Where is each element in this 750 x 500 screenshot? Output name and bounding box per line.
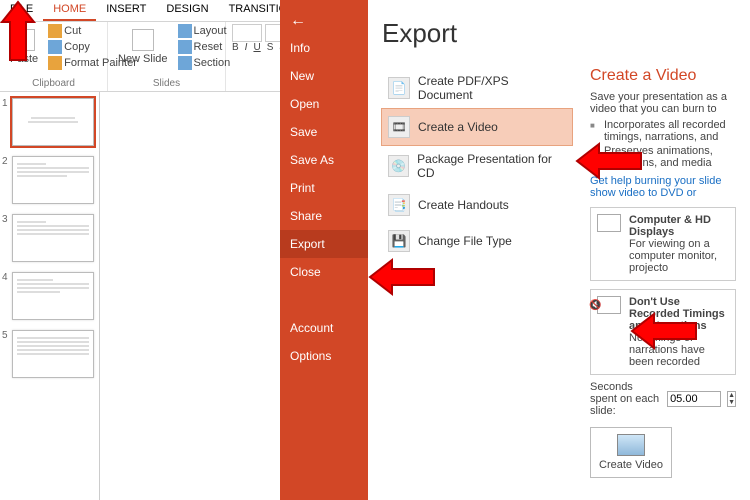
create-video-button[interactable]: Create Video xyxy=(590,427,672,478)
seconds-input[interactable] xyxy=(667,391,721,407)
bs-open[interactable]: Open xyxy=(280,90,368,118)
thumb-4[interactable]: 4 xyxy=(4,272,95,320)
bs-share[interactable]: Share xyxy=(280,202,368,230)
detail-b1: Incorporates all recorded timings, narra… xyxy=(590,119,736,143)
slide-thumbnails: 1 2 3 4 5 xyxy=(0,92,100,500)
quality-selector[interactable]: Computer & HD DisplaysFor viewing on a c… xyxy=(590,207,736,281)
thumb-3[interactable]: 3 xyxy=(4,214,95,262)
handouts-icon: 📑 xyxy=(388,194,410,216)
backstage-menu: ← Info New Open Save Save As Print Share… xyxy=(280,0,368,500)
tab-home[interactable]: HOME xyxy=(43,0,96,21)
filetype-icon: 💾 xyxy=(388,230,410,252)
export-panel: Export 📄Create PDF/XPS Document 🎞Create … xyxy=(368,0,750,500)
thumb-1[interactable]: 1 xyxy=(4,98,95,146)
create-video-icon xyxy=(617,434,645,456)
tab-insert[interactable]: INSERT xyxy=(96,0,156,21)
seconds-label: Seconds spent on each slide: xyxy=(590,381,661,417)
export-detail: Create a Video Save your presentation as… xyxy=(590,67,736,478)
export-opt-pdf[interactable]: 📄Create PDF/XPS Document xyxy=(382,67,572,109)
monitor-icon xyxy=(597,214,621,232)
bs-saveas[interactable]: Save As xyxy=(280,146,368,174)
export-opt-cd[interactable]: 💿Package Presentation for CD xyxy=(382,145,572,187)
timings-selector[interactable]: 🔇 Don't Use Recorded Timings and Narrati… xyxy=(590,289,736,375)
export-opt-video[interactable]: 🎞Create a Video xyxy=(382,109,572,145)
pdf-icon: 📄 xyxy=(388,77,410,99)
bs-info[interactable]: Info xyxy=(280,34,368,62)
export-option-list: 📄Create PDF/XPS Document 🎞Create a Video… xyxy=(382,67,572,478)
bs-close[interactable]: Close xyxy=(280,258,368,286)
group-slides-label: Slides xyxy=(114,78,219,89)
new-slide-button[interactable]: New Slide xyxy=(114,27,172,67)
bs-options[interactable]: Options xyxy=(280,342,368,370)
bs-export[interactable]: Export xyxy=(280,230,368,258)
timings-icon: 🔇 xyxy=(597,296,621,314)
bs-account[interactable]: Account xyxy=(280,314,368,342)
bs-print[interactable]: Print xyxy=(280,174,368,202)
seconds-stepper[interactable]: ▲▼ xyxy=(727,391,736,407)
bs-new[interactable]: New xyxy=(280,62,368,90)
detail-b2: Preserves animations, transitions, and m… xyxy=(590,145,736,169)
detail-lead: Save your presentation as a video that y… xyxy=(590,91,736,115)
cd-icon: 💿 xyxy=(388,155,409,177)
section-button[interactable]: Section xyxy=(178,56,231,70)
export-title: Export xyxy=(382,18,736,49)
export-opt-filetype[interactable]: 💾Change File Type xyxy=(382,223,572,259)
bs-save[interactable]: Save xyxy=(280,118,368,146)
export-opt-handouts[interactable]: 📑Create Handouts xyxy=(382,187,572,223)
back-icon[interactable]: ← xyxy=(280,8,368,34)
tab-file[interactable]: FILE xyxy=(0,0,43,21)
group-clipboard-label: Clipboard xyxy=(6,78,101,89)
thumb-5[interactable]: 5 xyxy=(4,330,95,378)
reset-button[interactable]: Reset xyxy=(178,40,231,54)
detail-heading: Create a Video xyxy=(590,67,736,85)
paste-button[interactable]: Paste xyxy=(6,27,42,67)
detail-help-link[interactable]: Get help burning your slide show video t… xyxy=(590,175,721,199)
video-icon: 🎞 xyxy=(388,116,410,138)
thumb-2[interactable]: 2 xyxy=(4,156,95,204)
layout-button[interactable]: Layout xyxy=(178,24,231,38)
tab-design[interactable]: DESIGN xyxy=(156,0,218,21)
